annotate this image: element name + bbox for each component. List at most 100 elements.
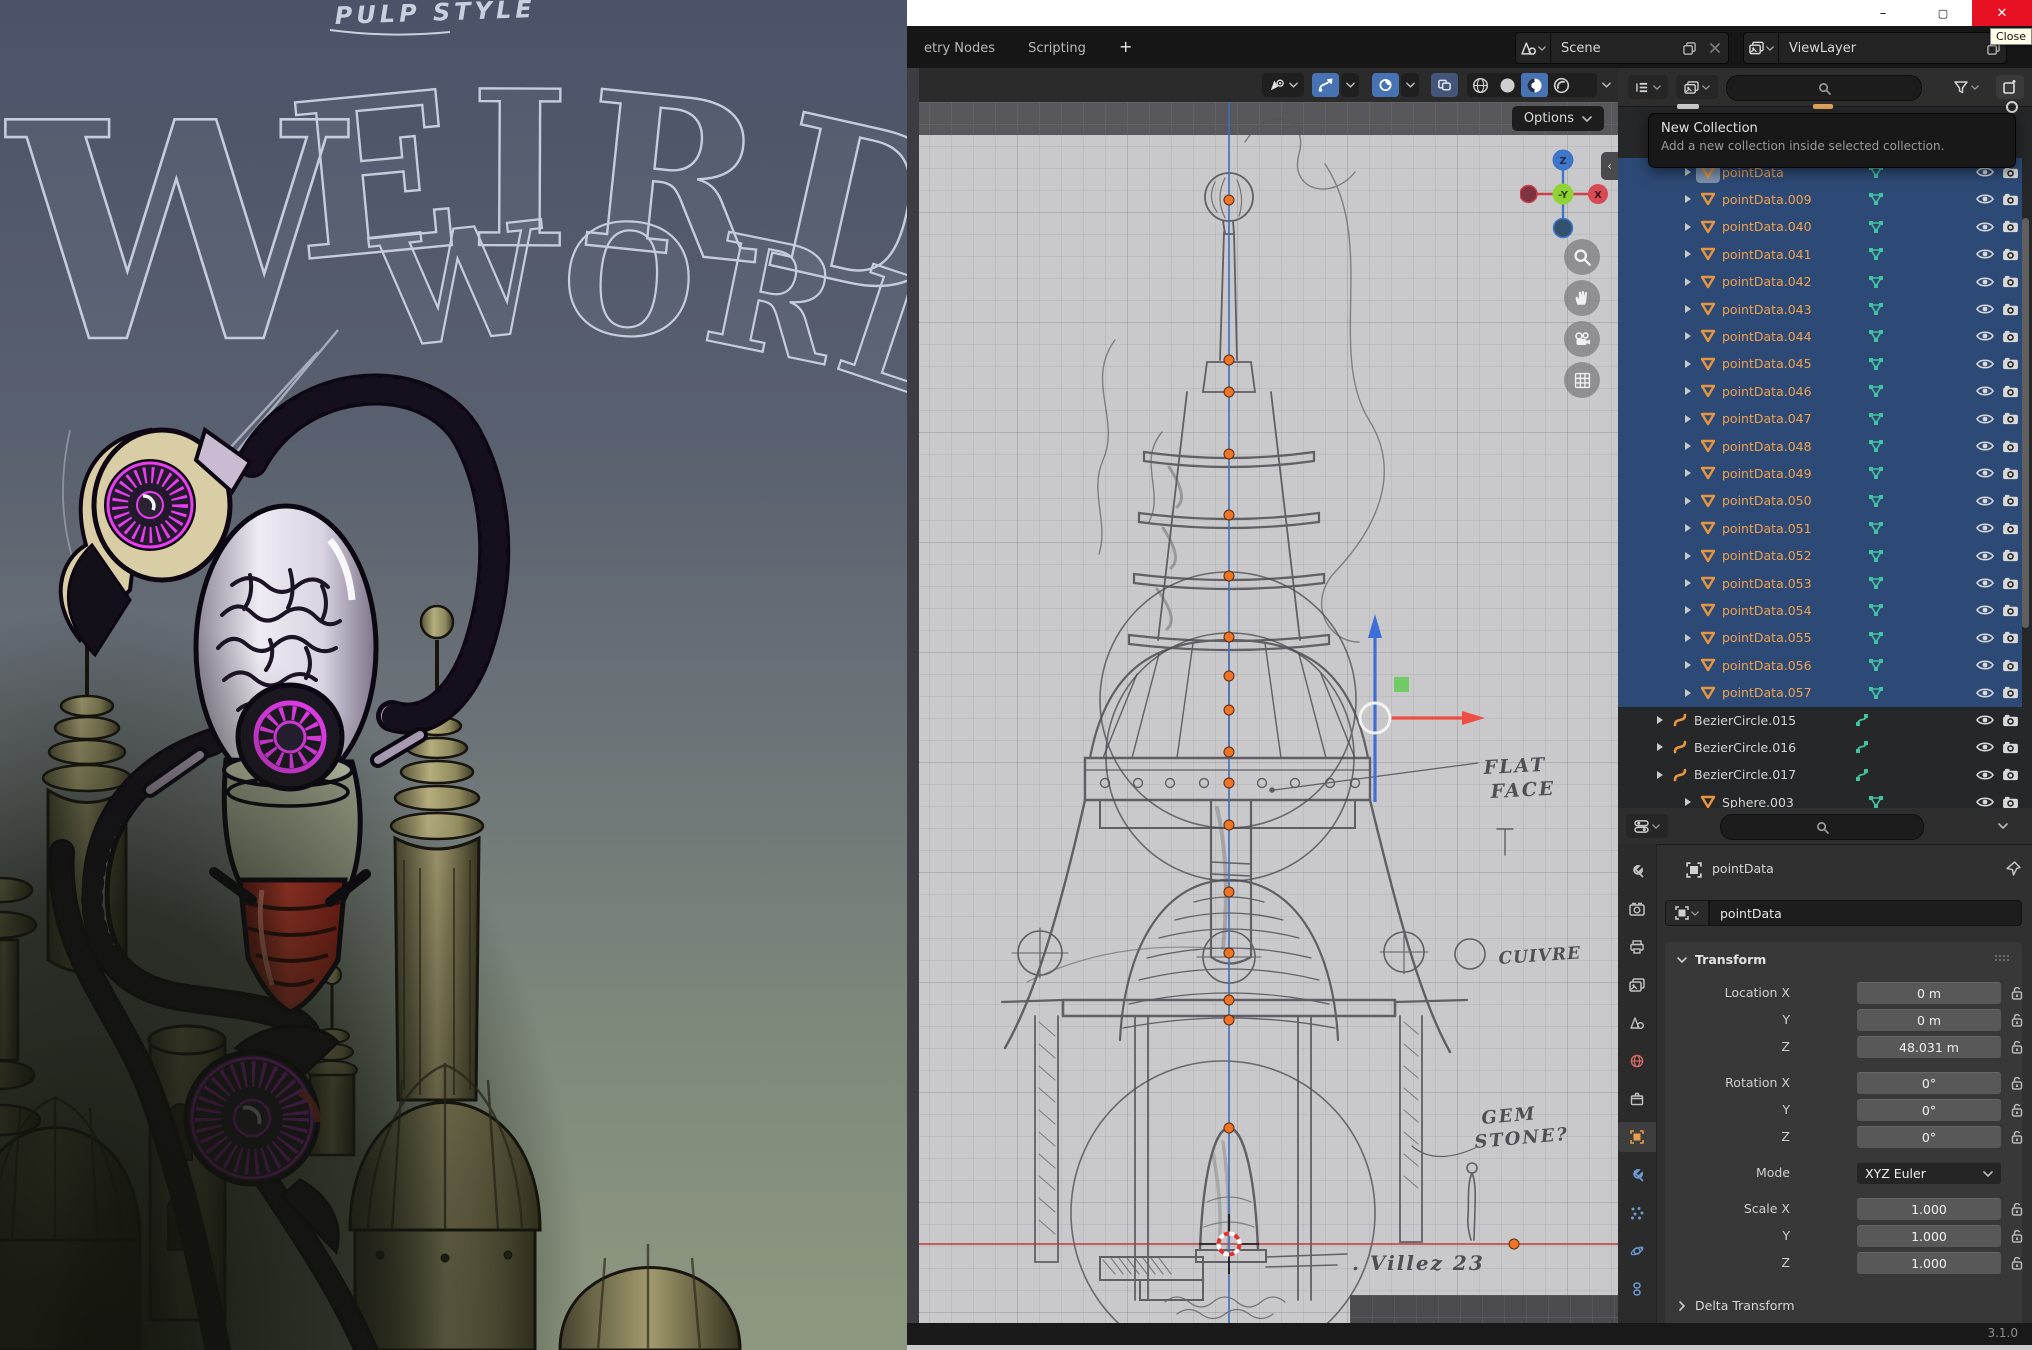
transform-value-field[interactable]: XYZ Euler xyxy=(1857,1162,2001,1184)
hide-eye-icon[interactable] xyxy=(1976,276,1994,288)
disable-render-camera-icon[interactable] xyxy=(2002,248,2019,261)
disable-render-camera-icon[interactable] xyxy=(2002,357,2019,370)
outliner-row[interactable]: pointData.043 xyxy=(1618,295,2022,323)
properties-options-chevron[interactable] xyxy=(1990,814,2016,838)
hide-eye-icon[interactable] xyxy=(1976,796,1994,808)
show-gizmo-button[interactable] xyxy=(1262,73,1304,97)
outliner-search-input[interactable] xyxy=(1726,75,1922,101)
disclosure-arrow-icon[interactable] xyxy=(1684,194,1692,204)
hide-eye-icon[interactable] xyxy=(1976,467,1994,479)
disclosure-arrow-icon[interactable] xyxy=(1684,304,1692,314)
disclosure-arrow-icon[interactable] xyxy=(1684,496,1692,506)
disable-render-camera-icon[interactable] xyxy=(2002,631,2019,644)
disclosure-arrow-icon[interactable] xyxy=(1684,523,1692,533)
disable-render-camera-icon[interactable] xyxy=(2002,741,2019,754)
outliner-row[interactable]: pointData.055 xyxy=(1618,624,2022,652)
disclosure-arrow-icon[interactable] xyxy=(1684,633,1692,643)
disable-render-camera-icon[interactable] xyxy=(2002,467,2019,480)
camera-view-button[interactable] xyxy=(1564,321,1600,357)
disclosure-arrow-icon[interactable] xyxy=(1684,359,1692,369)
xray-toggle-button[interactable] xyxy=(1431,73,1458,97)
disclosure-arrow-icon[interactable] xyxy=(1684,441,1692,451)
hide-eye-icon[interactable] xyxy=(1976,604,1994,616)
object-id-icon-button[interactable] xyxy=(1665,900,1709,926)
outliner-row[interactable]: BezierCircle.017 xyxy=(1618,761,2022,789)
disclosure-arrow-icon[interactable] xyxy=(1684,386,1692,396)
hide-eye-icon[interactable] xyxy=(1976,385,1994,397)
tab-scripting[interactable]: Scripting xyxy=(1014,28,1100,70)
outliner-row[interactable]: BezierCircle.015 xyxy=(1618,706,2022,734)
properties-tab-render[interactable] xyxy=(1618,894,1656,924)
shading-rendered-button[interactable] xyxy=(1548,73,1575,97)
maximize-button[interactable]: ▢ xyxy=(1920,0,1966,26)
hide-eye-icon[interactable] xyxy=(1976,522,1994,534)
disable-render-camera-icon[interactable] xyxy=(2002,494,2019,507)
new-collection-button[interactable] xyxy=(1996,75,2024,99)
disclosure-arrow-icon[interactable] xyxy=(1684,551,1692,561)
properties-tab-view-layer[interactable] xyxy=(1618,970,1656,1000)
shading-dropdown[interactable] xyxy=(1597,73,1615,97)
sidebar-toggle-tab[interactable]: ‹ xyxy=(1601,152,1618,180)
pin-icon[interactable] xyxy=(2006,861,2021,876)
disable-render-camera-icon[interactable] xyxy=(2002,796,2019,808)
tab-geometry-nodes[interactable]: etry Nodes xyxy=(910,28,1009,70)
outliner-row[interactable]: pointData.040 xyxy=(1618,213,2022,241)
lock-icon[interactable] xyxy=(2011,1229,2023,1243)
proportional-dropdown[interactable] xyxy=(1341,73,1359,97)
hide-eye-icon[interactable] xyxy=(1976,330,1994,342)
outliner-row[interactable]: pointData.050 xyxy=(1618,487,2022,515)
transform-value-field[interactable]: 0 m xyxy=(1857,1009,2001,1031)
shading-solid-button[interactable] xyxy=(1494,73,1521,97)
snap-dropdown[interactable] xyxy=(1401,73,1419,97)
hide-eye-icon[interactable] xyxy=(1976,659,1994,671)
add-workspace-button[interactable]: + xyxy=(1105,26,1146,68)
transform-panel-header[interactable]: Transform xyxy=(1677,952,1766,967)
disclosure-arrow-icon[interactable] xyxy=(1684,660,1692,670)
scene-selector[interactable]: Scene xyxy=(1515,32,1729,64)
hide-eye-icon[interactable] xyxy=(1976,687,1994,699)
disclosure-arrow-icon[interactable] xyxy=(1684,414,1692,424)
lock-icon[interactable] xyxy=(2011,1076,2023,1090)
disable-render-camera-icon[interactable] xyxy=(2002,220,2019,233)
hide-eye-icon[interactable] xyxy=(1976,577,1994,589)
outliner-row[interactable]: pointData.041 xyxy=(1618,240,2022,268)
hide-eye-icon[interactable] xyxy=(1976,248,1994,260)
curve-control-points[interactable] xyxy=(1224,195,1519,1249)
hide-eye-icon[interactable] xyxy=(1976,550,1994,562)
properties-tab-modifiers[interactable] xyxy=(1618,1160,1656,1190)
disclosure-arrow-icon[interactable] xyxy=(1684,249,1692,259)
hide-eye-icon[interactable] xyxy=(1976,741,1994,753)
lock-icon[interactable] xyxy=(2011,1130,2023,1144)
outliner-row[interactable]: pointData.045 xyxy=(1618,350,2022,378)
hide-eye-icon[interactable] xyxy=(1976,714,1994,726)
delta-transform-header[interactable]: Delta Transform xyxy=(1677,1298,1795,1313)
disclosure-arrow-icon[interactable] xyxy=(1684,468,1692,478)
properties-editor-type-button[interactable] xyxy=(1626,814,1668,838)
hide-eye-icon[interactable] xyxy=(1976,193,1994,205)
navigation-gizmo[interactable]: Z X -Y xyxy=(1520,149,1610,239)
outliner-row[interactable]: pointData.056 xyxy=(1618,651,2022,679)
hide-eye-icon[interactable] xyxy=(1976,632,1994,644)
disclosure-arrow-icon[interactable] xyxy=(1684,688,1692,698)
disclosure-arrow-icon[interactable] xyxy=(1656,742,1664,752)
outliner-row[interactable]: pointData.052 xyxy=(1618,542,2022,570)
outliner-display-mode-button[interactable] xyxy=(1676,75,1718,99)
hide-eye-icon[interactable] xyxy=(1976,440,1994,452)
disable-render-camera-icon[interactable] xyxy=(2002,686,2019,699)
zoom-button[interactable] xyxy=(1564,239,1600,275)
panel-grip-icon[interactable] xyxy=(1994,954,2010,962)
hide-eye-icon[interactable] xyxy=(1976,769,1994,781)
lock-icon[interactable] xyxy=(2011,1256,2023,1270)
lock-icon[interactable] xyxy=(2011,1013,2023,1027)
lock-icon[interactable] xyxy=(2011,1202,2023,1216)
disable-render-camera-icon[interactable] xyxy=(2002,412,2019,425)
transform-value-field[interactable]: 0° xyxy=(1857,1072,2001,1094)
outliner-row[interactable]: Sphere.003 xyxy=(1618,788,2022,808)
disclosure-arrow-icon[interactable] xyxy=(1684,797,1692,807)
properties-tab-collection[interactable] xyxy=(1618,1084,1656,1114)
outliner-row[interactable]: pointData.044 xyxy=(1618,322,2022,350)
properties-tab-constraints[interactable] xyxy=(1618,1274,1656,1304)
disable-render-camera-icon[interactable] xyxy=(2002,659,2019,672)
properties-search-input[interactable] xyxy=(1720,814,1924,840)
lock-icon[interactable] xyxy=(2011,1103,2023,1117)
